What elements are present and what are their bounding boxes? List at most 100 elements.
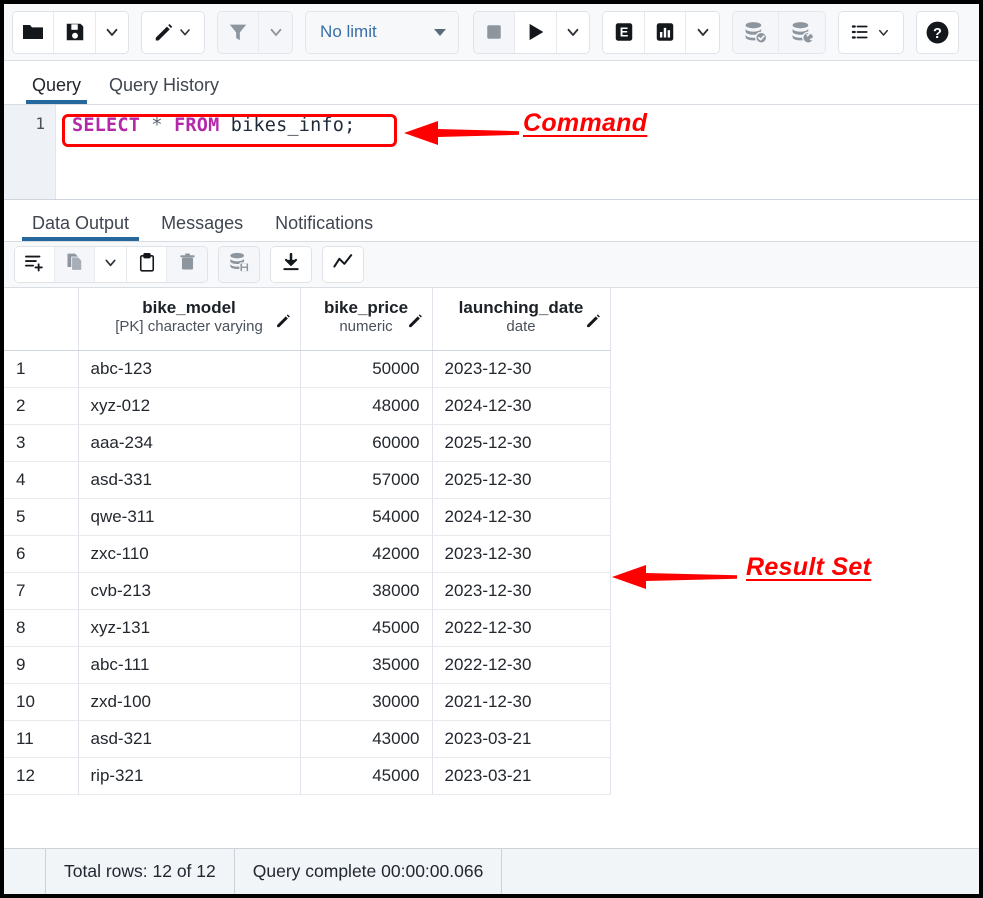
cell-bike-price[interactable]: 57000 [300, 461, 432, 498]
row-number-header [4, 288, 78, 350]
cell-launching-date[interactable]: 2025-12-30 [432, 461, 610, 498]
commit-button[interactable] [733, 12, 779, 53]
copy-button[interactable] [55, 247, 95, 282]
edit-button[interactable] [142, 12, 204, 53]
explain-button[interactable]: E [603, 12, 644, 53]
tab-data-output[interactable]: Data Output [16, 213, 145, 241]
cell-bike-model[interactable]: abc-111 [78, 646, 300, 683]
execute-button[interactable] [515, 12, 556, 53]
cell-bike-model[interactable]: aaa-234 [78, 424, 300, 461]
table-row[interactable]: 4asd-331570002025-12-30 [4, 461, 610, 498]
stop-square-icon [485, 23, 503, 41]
cell-launching-date[interactable]: 2021-12-30 [432, 683, 610, 720]
query-complete-status: Query complete 00:00:00.066 [235, 849, 503, 894]
status-bar: Total rows: 12 of 12 Query complete 00:0… [4, 848, 979, 894]
cell-bike-model[interactable]: asd-321 [78, 720, 300, 757]
stop-button[interactable] [474, 12, 515, 53]
cell-bike-model[interactable]: zxd-100 [78, 683, 300, 720]
cell-bike-model[interactable]: cvb-213 [78, 572, 300, 609]
table-row[interactable]: 10zxd-100300002021-12-30 [4, 683, 610, 720]
copy-options-dropdown[interactable] [95, 247, 127, 282]
save-file-button[interactable] [54, 12, 95, 53]
delete-row-button[interactable] [167, 247, 207, 282]
cell-launching-date[interactable]: 2023-12-30 [432, 535, 610, 572]
table-row[interactable]: 9abc-111350002022-12-30 [4, 646, 610, 683]
open-file-button[interactable] [13, 12, 54, 53]
row-limit-control[interactable]: No limit [306, 12, 458, 53]
download-icon [281, 252, 301, 277]
cell-bike-price[interactable]: 43000 [300, 720, 432, 757]
cell-launching-date[interactable]: 2022-12-30 [432, 609, 610, 646]
cell-bike-price[interactable]: 45000 [300, 609, 432, 646]
cell-bike-price[interactable]: 50000 [300, 350, 432, 387]
table-row[interactable]: 5qwe-311540002024-12-30 [4, 498, 610, 535]
rollback-button[interactable] [779, 12, 825, 53]
cell-bike-price[interactable]: 35000 [300, 646, 432, 683]
tab-query[interactable]: Query [18, 75, 95, 104]
funnel-icon [227, 21, 249, 43]
filter-options-dropdown[interactable] [259, 12, 292, 53]
execute-options-dropdown[interactable] [557, 12, 590, 53]
download-csv-button[interactable] [271, 247, 311, 282]
save-options-dropdown[interactable] [96, 12, 129, 53]
line-graph-icon [332, 252, 354, 277]
cell-bike-model[interactable]: zxc-110 [78, 535, 300, 572]
cell-bike-price[interactable]: 30000 [300, 683, 432, 720]
column-header-bike-model[interactable]: bike_model [PK] character varying [78, 288, 300, 350]
cell-bike-model[interactable]: qwe-311 [78, 498, 300, 535]
table-row[interactable]: 1abc-123500002023-12-30 [4, 350, 610, 387]
result-grid-header: bike_model [PK] character varying bike_p… [4, 288, 610, 350]
cell-bike-model[interactable]: xyz-131 [78, 609, 300, 646]
paste-button[interactable] [127, 247, 167, 282]
pencil-icon[interactable] [275, 312, 292, 334]
cell-bike-price[interactable]: 42000 [300, 535, 432, 572]
cell-bike-model[interactable]: asd-331 [78, 461, 300, 498]
cell-bike-model[interactable]: xyz-012 [78, 387, 300, 424]
editor-gutter: 1 [4, 105, 56, 199]
table-row[interactable]: 3aaa-234600002025-12-30 [4, 424, 610, 461]
cell-launching-date[interactable]: 2023-03-21 [432, 720, 610, 757]
trash-icon [178, 252, 197, 277]
tab-notifications[interactable]: Notifications [259, 213, 389, 241]
cell-launching-date[interactable]: 2023-03-21 [432, 757, 610, 794]
save-data-changes-button[interactable] [219, 247, 259, 282]
cell-bike-model[interactable]: rip-321 [78, 757, 300, 794]
cell-launching-date[interactable]: 2023-12-30 [432, 350, 610, 387]
table-row[interactable]: 7cvb-213380002023-12-30 [4, 572, 610, 609]
cell-bike-price[interactable]: 60000 [300, 424, 432, 461]
tab-messages[interactable]: Messages [145, 213, 259, 241]
help-button[interactable]: ? [917, 12, 958, 53]
explain-options-dropdown[interactable] [686, 12, 719, 53]
cell-bike-price[interactable]: 38000 [300, 572, 432, 609]
graph-visualiser-button[interactable] [323, 247, 363, 282]
tab-query-history[interactable]: Query History [95, 75, 233, 104]
total-rows-status: Total rows: 12 of 12 [46, 849, 235, 894]
pencil-icon[interactable] [407, 312, 424, 334]
table-row[interactable]: 2xyz-012480002024-12-30 [4, 387, 610, 424]
cell-launching-date[interactable]: 2024-12-30 [432, 387, 610, 424]
table-row[interactable]: 11asd-321430002023-03-21 [4, 720, 610, 757]
column-header-launching-date[interactable]: launching_date date [432, 288, 610, 350]
table-row[interactable]: 6zxc-110420002023-12-30 [4, 535, 610, 572]
row-limit-select[interactable]: No limit [305, 11, 459, 54]
cell-launching-date[interactable]: 2024-12-30 [432, 498, 610, 535]
table-row[interactable]: 8xyz-131450002022-12-30 [4, 609, 610, 646]
column-header-bike-price[interactable]: bike_price numeric [300, 288, 432, 350]
pencil-icon[interactable] [585, 312, 602, 334]
filter-button[interactable] [218, 12, 259, 53]
cell-bike-price[interactable]: 45000 [300, 757, 432, 794]
add-row-button[interactable] [15, 247, 55, 282]
cell-bike-price[interactable]: 54000 [300, 498, 432, 535]
cell-bike-model[interactable]: abc-123 [78, 350, 300, 387]
svg-text:?: ? [933, 25, 942, 41]
cell-launching-date[interactable]: 2023-12-30 [432, 572, 610, 609]
table-row[interactable]: 12rip-321450002023-03-21 [4, 757, 610, 794]
cell-launching-date[interactable]: 2025-12-30 [432, 424, 610, 461]
graph-group [322, 246, 364, 283]
cell-bike-price[interactable]: 48000 [300, 387, 432, 424]
column-name: bike_model [91, 297, 288, 318]
status-spacer [4, 849, 46, 894]
explain-analyze-button[interactable] [645, 12, 686, 53]
cell-launching-date[interactable]: 2022-12-30 [432, 646, 610, 683]
macros-button[interactable] [839, 12, 902, 53]
